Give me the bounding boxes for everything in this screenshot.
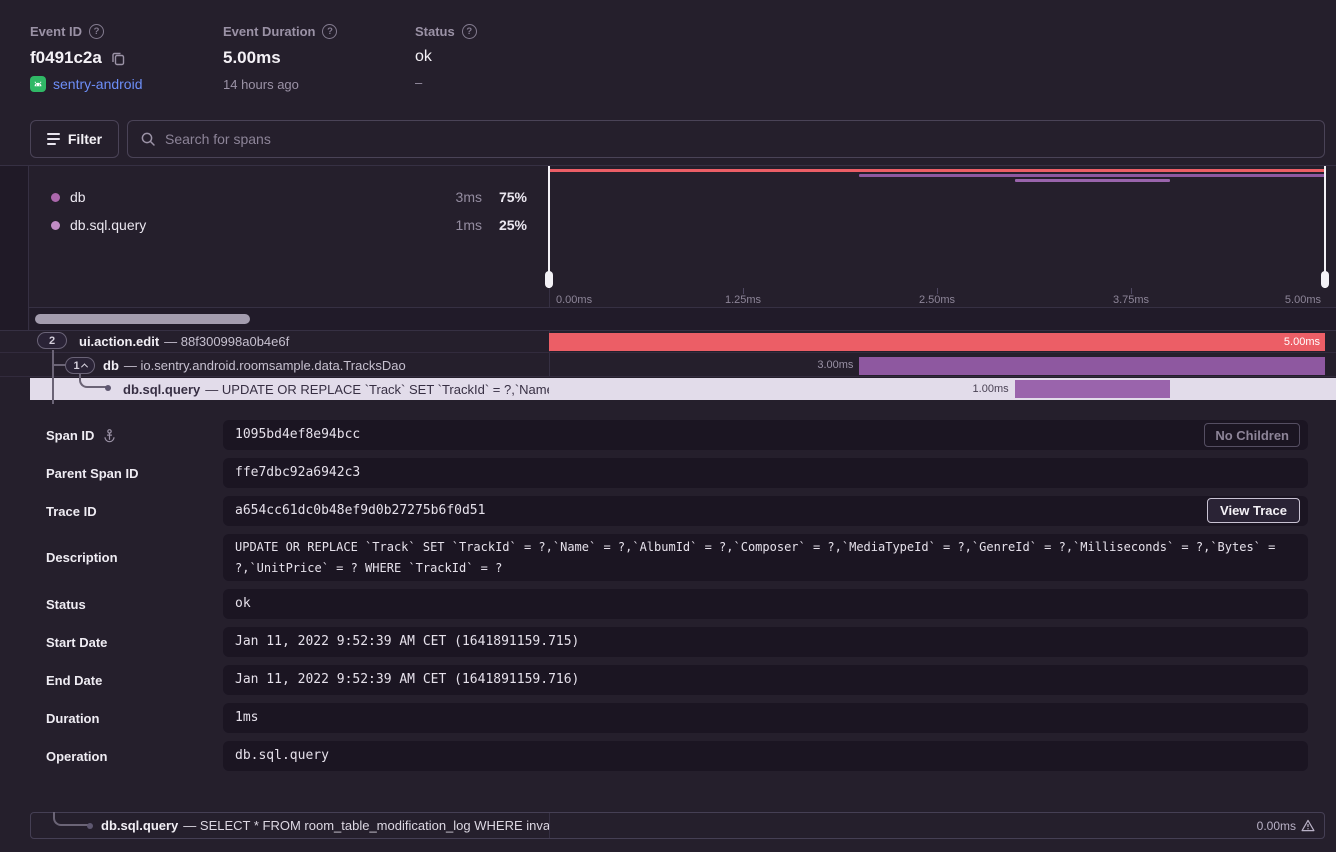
span-children-count-pill[interactable]: 2 (37, 332, 67, 349)
detail-label: Operation (46, 749, 107, 764)
collapse-caret-icon (81, 363, 88, 370)
end-date-value: Jan 11, 2022 9:52:39 AM CET (1641891159.… (223, 665, 1308, 695)
description-value: UPDATE OR REPLACE `Track` SET `TrackId` … (223, 534, 1308, 581)
tree-bullet (87, 823, 93, 829)
span-duration-bar[interactable] (859, 357, 1325, 375)
axis-tick: 1.25ms (725, 294, 761, 306)
tree-line (79, 374, 107, 388)
legend-duration: 3ms (456, 189, 482, 205)
legend-operation: db.sql.query (70, 217, 146, 233)
detail-label: Duration (46, 711, 99, 726)
duration-value: 1ms (223, 703, 1308, 733)
event-id-label: Event ID (30, 24, 82, 39)
filter-button[interactable]: Filter (30, 120, 119, 158)
event-id-block: Event ID ? f0491c2a sentry-android (30, 24, 143, 92)
copy-icon[interactable] (110, 50, 126, 66)
tree-line (53, 812, 89, 826)
legend-row-db-sql-query[interactable]: db.sql.query 1ms 25% (30, 214, 549, 236)
minimap-right-handle[interactable] (1324, 166, 1326, 288)
detail-label: End Date (46, 673, 102, 688)
axis-tick: 5.00ms (1285, 294, 1321, 306)
time-axis: 0.00ms 1.25ms 2.50ms 3.75ms 5.00ms (549, 289, 1325, 307)
start-date-value: Jan 11, 2022 9:52:39 AM CET (1641891159.… (223, 627, 1308, 657)
anchor-icon[interactable] (102, 428, 117, 443)
span-description: — UPDATE OR REPLACE `Track` SET `TrackId… (205, 382, 549, 397)
span-row-sibling-db-sql-query[interactable]: db.sql.query — SELECT * FROM room_table_… (30, 812, 1325, 839)
minimap-left-handle[interactable] (548, 166, 550, 288)
android-platform-icon (30, 76, 46, 92)
span-operation: db.sql.query (101, 818, 178, 833)
tree-bullet (105, 385, 111, 391)
help-icon[interactable]: ? (89, 24, 104, 39)
view-trace-button[interactable]: View Trace (1207, 498, 1300, 523)
warning-icon (1301, 819, 1315, 832)
status-value: ok (223, 589, 1308, 619)
event-id-value: f0491c2a (30, 48, 102, 68)
span-operation: db (103, 358, 119, 373)
detail-label: Span ID (46, 428, 94, 443)
span-duration-bar[interactable] (1015, 380, 1170, 398)
legend-dot (51, 221, 60, 230)
status-label: Status (415, 24, 455, 39)
legend-operation: db (70, 189, 86, 205)
minimap-span-line (1015, 179, 1170, 182)
event-duration-block: Event Duration ? 5.00ms 14 hours ago (223, 24, 337, 92)
legend-percentage: 75% (499, 189, 527, 205)
search-icon (140, 131, 156, 147)
status-block: Status ? ok – (415, 24, 477, 90)
span-children-count-pill[interactable]: 1 (65, 357, 95, 374)
span-duration-label: 0.00ms (1257, 819, 1296, 833)
legend-dot (51, 193, 60, 202)
no-children-badge: No Children (1204, 423, 1300, 447)
event-age: 14 hours ago (223, 77, 337, 92)
span-duration-bar[interactable]: 5.00ms (549, 333, 1325, 351)
axis-tick: 2.50ms (919, 294, 955, 306)
span-duration-label: 3.00ms (817, 354, 853, 377)
scrollbar-thumb[interactable] (35, 314, 250, 324)
status-value: ok (415, 48, 432, 66)
event-duration-value: 5.00ms (223, 48, 281, 68)
detail-label: Description (46, 550, 118, 565)
span-description: — SELECT * FROM room_table_modification_… (183, 818, 550, 833)
detail-label: Start Date (46, 635, 107, 650)
legend-duration: 1ms (456, 217, 482, 233)
tree-line (52, 350, 54, 404)
span-duration-label: 5.00ms (1284, 333, 1320, 351)
parent-span-id-value: ffe7dbc92a6942c3 (223, 458, 1308, 488)
help-icon[interactable]: ? (322, 24, 337, 39)
span-operation: ui.action.edit (79, 334, 159, 349)
filter-icon (47, 133, 60, 145)
trace-minimap[interactable] (549, 166, 1325, 288)
span-detail-view: Event ID ? f0491c2a sentry-android Event… (0, 0, 1336, 852)
project-link[interactable]: sentry-android (53, 76, 143, 92)
detail-label: Status (46, 597, 86, 612)
trace-id-value: a654cc61dc0b48ef9d0b27275b6f0d51 (223, 496, 1308, 526)
axis-tick: 3.75ms (1113, 294, 1149, 306)
status-sub: – (415, 75, 477, 90)
span-id-value: 1095bd4ef8e94bcc (223, 420, 1308, 450)
span-row-db[interactable]: 1 db — io.sentry.android.roomsample.data… (0, 354, 1336, 377)
legend-percentage: 25% (499, 217, 527, 233)
detail-label: Trace ID (46, 504, 97, 519)
span-search (127, 120, 1325, 158)
detail-label: Parent Span ID (46, 466, 138, 481)
search-input[interactable] (165, 131, 1312, 147)
horizontal-scrollbar (30, 308, 1336, 330)
span-operation: db.sql.query (123, 382, 200, 397)
legend-row-db[interactable]: db 3ms 75% (30, 186, 549, 208)
axis-tick: 0.00ms (556, 294, 592, 306)
span-row-ui-action-edit[interactable]: 2 ui.action.edit — 88f300998a0b4e6f 5.00… (0, 330, 1336, 353)
help-icon[interactable]: ? (462, 24, 477, 39)
operation-value: db.sql.query (223, 741, 1308, 771)
minimap-span-line (549, 169, 1325, 172)
span-tree: 2 ui.action.edit — 88f300998a0b4e6f 5.00… (0, 330, 1336, 400)
filter-button-label: Filter (68, 131, 102, 147)
minimap-span-line (859, 174, 1325, 177)
left-gutter (0, 166, 29, 330)
span-description: — io.sentry.android.roomsample.data.Trac… (124, 358, 406, 373)
span-description: — 88f300998a0b4e6f (164, 334, 289, 349)
span-duration-label: 1.00ms (973, 378, 1009, 400)
span-row-db-sql-query-selected[interactable]: db.sql.query — UPDATE OR REPLACE `Track`… (0, 378, 1336, 400)
event-duration-label: Event Duration (223, 24, 315, 39)
